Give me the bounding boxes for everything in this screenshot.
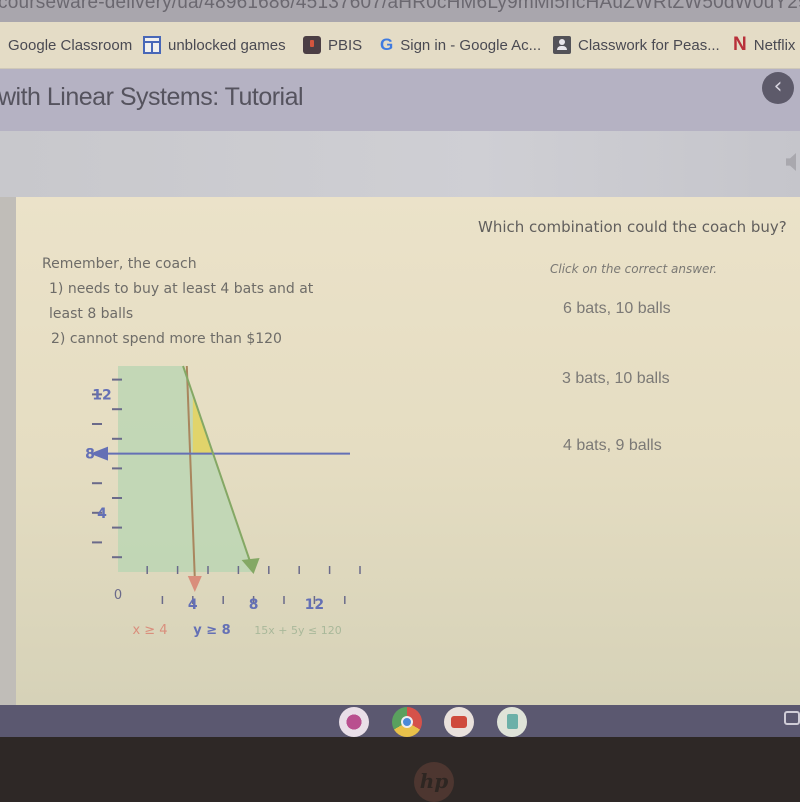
- page-title: with Linear Systems: Tutorial: [0, 83, 304, 111]
- prompt-text: Remember, the coach 1) needs to buy at l…: [42, 252, 313, 352]
- classroom-icon: [553, 36, 571, 54]
- bookmark-label: Netflix: [753, 36, 796, 54]
- y-tick-label: 4: [97, 506, 107, 522]
- bookmark-label: Google Classroom: [8, 36, 133, 54]
- legend-item: x ≥ 4: [132, 623, 167, 638]
- answer-option-2[interactable]: 3 bats, 10 balls: [562, 370, 670, 388]
- netflix-icon: N: [733, 34, 747, 55]
- back-button[interactable]: ‹: [762, 72, 794, 104]
- prompt-line: 1) needs to buy at least 4 bats and at: [49, 281, 314, 297]
- x-tick-label: 12: [305, 597, 324, 613]
- google-g-icon: G: [380, 35, 394, 54]
- address-bar[interactable]: courseware-delivery/ua/48961686/45137607…: [0, 0, 800, 22]
- bookmark-netflix[interactable]: N Netflix: [733, 34, 795, 56]
- answer-option-3[interactable]: 4 bats, 9 balls: [563, 437, 662, 455]
- x-tick-label: 8: [249, 597, 259, 613]
- bookmark-label: PBIS: [328, 36, 363, 54]
- bookmark-classwork[interactable]: Classwork for Peas...: [553, 34, 720, 56]
- y-tick-label: 8: [85, 447, 95, 463]
- pbis-icon: [303, 36, 321, 54]
- bookmark-label: Sign in - Google Ac...: [400, 36, 542, 54]
- panel-edge: [0, 197, 16, 705]
- url-text[interactable]: courseware-delivery/ua/48961686/45137607…: [0, 0, 800, 14]
- toolbar-strip: [0, 131, 800, 197]
- bookmark-google-classroom[interactable]: Google Classroom: [8, 34, 132, 56]
- docs-icon[interactable]: [497, 707, 527, 737]
- lesson-header: with Linear Systems: Tutorial: [0, 69, 800, 131]
- chevron-left-icon: ‹: [773, 74, 783, 99]
- bookmark-label: Classwork for Peas...: [578, 36, 720, 54]
- legend-item: 15x + 5y ≤ 120: [254, 624, 341, 637]
- instruction-text: Click on the correct answer.: [550, 262, 718, 276]
- y-tick-label: 12: [92, 387, 111, 403]
- origin-label: 0: [114, 588, 122, 603]
- prompt-line: Remember, the coach: [42, 256, 197, 272]
- hp-logo: hp: [414, 762, 454, 802]
- chrome-icon[interactable]: [392, 707, 422, 737]
- legend-item: y ≥ 8: [193, 623, 230, 638]
- screen-capture-icon[interactable]: [784, 711, 800, 725]
- question-text: Which combination could the coach buy?: [478, 218, 787, 236]
- bookmark-google-sign-in[interactable]: G Sign in - Google Ac...: [380, 34, 541, 56]
- bookmark-label: unblocked games: [168, 36, 286, 54]
- bookmark-unblocked-games[interactable]: unblocked games: [143, 34, 286, 56]
- jamboard-icon[interactable]: [339, 707, 369, 737]
- prompt-line: 2) cannot spend more than $120: [51, 331, 282, 347]
- bookmarks-bar: Google Classroom unblocked games PBIS G …: [0, 22, 800, 69]
- bookmark-pbis[interactable]: PBIS: [303, 34, 362, 56]
- youtube-icon[interactable]: [444, 707, 474, 737]
- answer-option-1[interactable]: 6 bats, 10 balls: [563, 300, 671, 318]
- x-tick-label: 4: [188, 597, 198, 613]
- grid-icon: [143, 36, 161, 54]
- prompt-line: least 8 balls: [49, 306, 134, 322]
